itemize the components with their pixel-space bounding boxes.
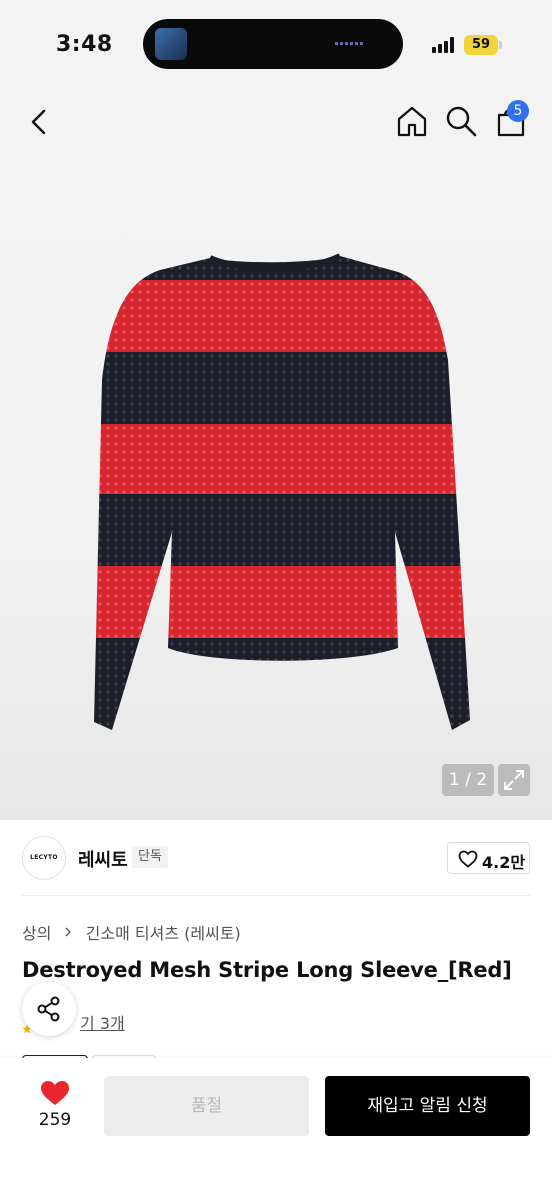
section-divider (22, 895, 530, 896)
expand-image-button[interactable] (498, 764, 530, 796)
back-icon[interactable] (24, 106, 56, 138)
battery-tip (499, 41, 502, 49)
brand-logo[interactable]: LECYTO (22, 836, 66, 880)
cart-count-badge: 5 (507, 100, 529, 122)
share-icon (37, 996, 60, 1022)
search-icon[interactable] (444, 104, 478, 138)
brand-like-count: 4.2만 (482, 853, 526, 872)
product-image-gallery[interactable]: 1 / 2 (0, 160, 552, 820)
dynamic-island (143, 19, 403, 69)
heart-outline-icon (458, 850, 478, 868)
brand-row: LECYTO 레씨토 단독 4.2만 (0, 820, 552, 896)
now-playing-thumbnail (155, 28, 187, 60)
battery-indicator: 59 (464, 35, 498, 55)
wishlist-count: 259 (38, 1110, 72, 1130)
chevron-right-icon (65, 927, 71, 936)
product-title: Destroyed Mesh Stripe Long Sleeve_[Red] (22, 958, 512, 982)
image-counter: 1 / 2 (442, 764, 494, 796)
bottom-action-bar: 259 품절 재입고 알림 신청 (0, 1058, 552, 1200)
breadcrumb-item-category[interactable]: 상의 (22, 924, 51, 943)
sweater-stripes (94, 256, 470, 730)
brand-like-button[interactable]: 4.2만 (447, 842, 530, 874)
home-icon[interactable] (395, 104, 429, 138)
breadcrumb-item-subcategory[interactable]: 긴소매 티셔츠 (레씨토) (86, 924, 241, 943)
soldout-button: 품절 (104, 1076, 309, 1136)
status-bar: 3:48 59 (0, 0, 552, 90)
review-link[interactable]: 기 3개 (80, 1010, 125, 1034)
exclusive-badge: 단독 (132, 846, 168, 868)
signal-icon (432, 37, 458, 53)
expand-icon (504, 770, 524, 790)
restock-alert-button[interactable]: 재입고 알림 신청 (325, 1076, 530, 1136)
product-photo-sweater (94, 253, 470, 730)
waveform-icon (335, 42, 363, 45)
top-navigation: 5 (0, 90, 552, 160)
brand-name[interactable]: 레씨토 (78, 846, 128, 872)
heart-filled-icon[interactable] (40, 1080, 70, 1106)
breadcrumb: 상의 긴소매 티셔츠 (레씨토) (22, 920, 241, 944)
status-time: 3:48 (56, 32, 113, 57)
share-button[interactable] (22, 982, 76, 1036)
